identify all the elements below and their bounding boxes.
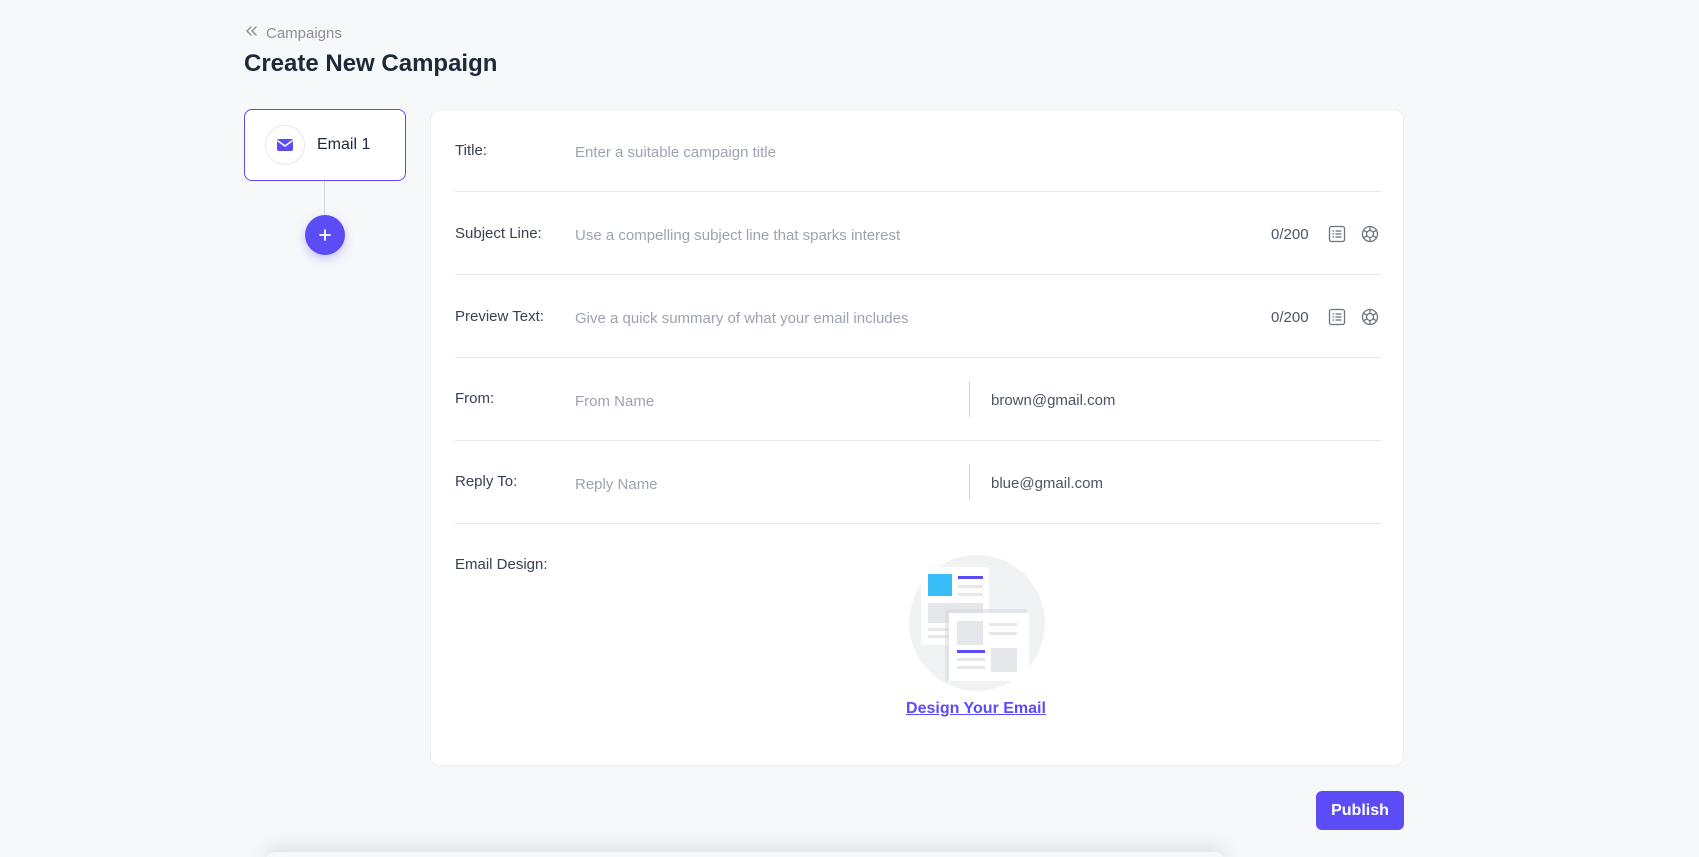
page: Campaigns Create New Campaign Email 1 Ti… xyxy=(0,0,1699,857)
ai-assistant-icon[interactable] xyxy=(1360,307,1380,327)
title-input[interactable] xyxy=(575,140,1355,164)
list-template-icon[interactable] xyxy=(1327,307,1347,327)
reply-to-row: Reply To: blue@gmail.com xyxy=(455,441,1381,524)
reply-to-divider xyxy=(969,464,970,500)
preview-text-input[interactable] xyxy=(575,306,1235,330)
list-template-icon[interactable] xyxy=(1327,224,1347,244)
double-chevron-left-icon xyxy=(244,24,258,42)
from-row: From: brown@gmail.com xyxy=(455,358,1381,441)
add-step-button[interactable] xyxy=(305,215,345,255)
from-label: From: xyxy=(455,390,495,407)
bottom-panel-edge xyxy=(265,852,1225,857)
plus-icon xyxy=(319,229,331,241)
reply-name-input[interactable] xyxy=(575,472,945,496)
publish-button[interactable]: Publish xyxy=(1316,791,1404,830)
ai-assistant-icon[interactable] xyxy=(1360,224,1380,244)
step-label: Email 1 xyxy=(317,136,371,153)
breadcrumb[interactable]: Campaigns xyxy=(244,24,342,42)
title-label: Title: xyxy=(455,142,487,159)
subject-line-label: Subject Line: xyxy=(455,225,542,242)
subject-line-counter: 0/200 xyxy=(1271,226,1309,243)
mail-icon xyxy=(265,125,305,165)
reply-to-label: Reply To: xyxy=(455,473,518,490)
from-divider xyxy=(969,381,970,417)
page-title: Create New Campaign xyxy=(244,50,498,77)
breadcrumb-link-campaigns[interactable]: Campaigns xyxy=(266,25,342,42)
preview-text-counter: 0/200 xyxy=(1271,309,1309,326)
preview-text-row: Preview Text: 0/200 xyxy=(455,275,1381,358)
preview-text-label: Preview Text: xyxy=(455,308,544,325)
step-card-email-1[interactable]: Email 1 xyxy=(244,109,406,181)
email-design-illustration-icon xyxy=(909,555,1045,691)
from-email-value[interactable]: brown@gmail.com xyxy=(991,392,1115,409)
subject-line-input[interactable] xyxy=(575,223,1235,247)
design-your-email-link[interactable]: Design Your Email xyxy=(831,700,1121,718)
subject-line-row: Subject Line: 0/200 xyxy=(455,192,1381,275)
campaign-form-card: Title: Subject Line: 0/200 xyxy=(430,109,1404,766)
title-row: Title: xyxy=(455,110,1381,192)
step-connector xyxy=(324,181,325,215)
reply-to-email-value[interactable]: blue@gmail.com xyxy=(991,475,1103,492)
email-design-label: Email Design: xyxy=(455,556,548,573)
from-name-input[interactable] xyxy=(575,389,945,413)
